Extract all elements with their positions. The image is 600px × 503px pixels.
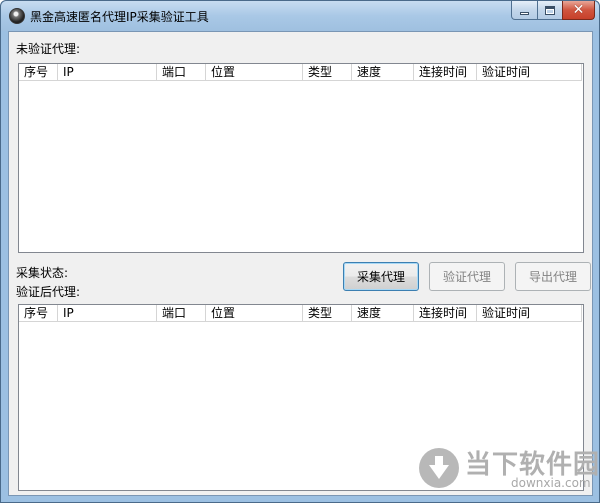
watermark-url: downxia.com <box>511 476 591 490</box>
column-header[interactable]: 验证时间 <box>477 64 582 81</box>
column-header[interactable]: 速度 <box>352 64 414 81</box>
verified-label: 验证后代理: <box>16 285 81 299</box>
unverified-proxy-list[interactable]: 序号 IP 端口 位置 类型 速度 连接时间 验证时间 <box>18 63 584 253</box>
column-header[interactable]: 位置 <box>206 305 303 322</box>
app-window: 黑金高速匿名代理IP采集验证工具 ✕ 未验证代理: 序号 IP 端口 位置 类型… <box>0 0 600 503</box>
column-header[interactable]: 序号 <box>19 64 58 81</box>
unverified-list-header: 序号 IP 端口 位置 类型 速度 连接时间 验证时间 <box>19 64 582 81</box>
unverified-label: 未验证代理: <box>16 42 81 56</box>
column-header[interactable]: 速度 <box>352 305 414 322</box>
maximize-icon <box>545 5 555 15</box>
verified-list-header: 序号 IP 端口 位置 类型 速度 连接时间 验证时间 <box>19 305 582 322</box>
maximize-button[interactable] <box>537 1 563 20</box>
column-header[interactable]: 端口 <box>157 305 206 322</box>
collect-proxy-button[interactable]: 采集代理 <box>343 262 419 291</box>
column-header[interactable]: 类型 <box>303 64 352 81</box>
column-header[interactable]: 类型 <box>303 305 352 322</box>
minimize-button[interactable] <box>511 1 538 20</box>
export-proxy-button[interactable]: 导出代理 <box>515 262 591 291</box>
close-icon: ✕ <box>572 2 585 18</box>
column-header[interactable]: 连接时间 <box>414 305 477 322</box>
column-header[interactable]: 序号 <box>19 305 58 322</box>
close-button[interactable]: ✕ <box>562 1 595 20</box>
download-icon <box>419 448 459 488</box>
window-title: 黑金高速匿名代理IP采集验证工具 <box>30 10 209 24</box>
column-header[interactable]: IP <box>58 305 157 322</box>
column-header[interactable]: 连接时间 <box>414 64 477 81</box>
client-area: 未验证代理: 序号 IP 端口 位置 类型 速度 连接时间 验证时间 采集状态:… <box>8 31 593 496</box>
column-header[interactable]: IP <box>58 64 157 81</box>
title-bar[interactable]: 黑金高速匿名代理IP采集验证工具 ✕ <box>1 1 599 31</box>
minimize-icon <box>520 11 529 15</box>
app-icon <box>9 8 25 24</box>
collect-status-label: 采集状态: <box>16 266 69 280</box>
column-header[interactable]: 验证时间 <box>477 305 582 322</box>
column-header[interactable]: 位置 <box>206 64 303 81</box>
verify-proxy-button[interactable]: 验证代理 <box>429 262 505 291</box>
column-header[interactable]: 端口 <box>157 64 206 81</box>
